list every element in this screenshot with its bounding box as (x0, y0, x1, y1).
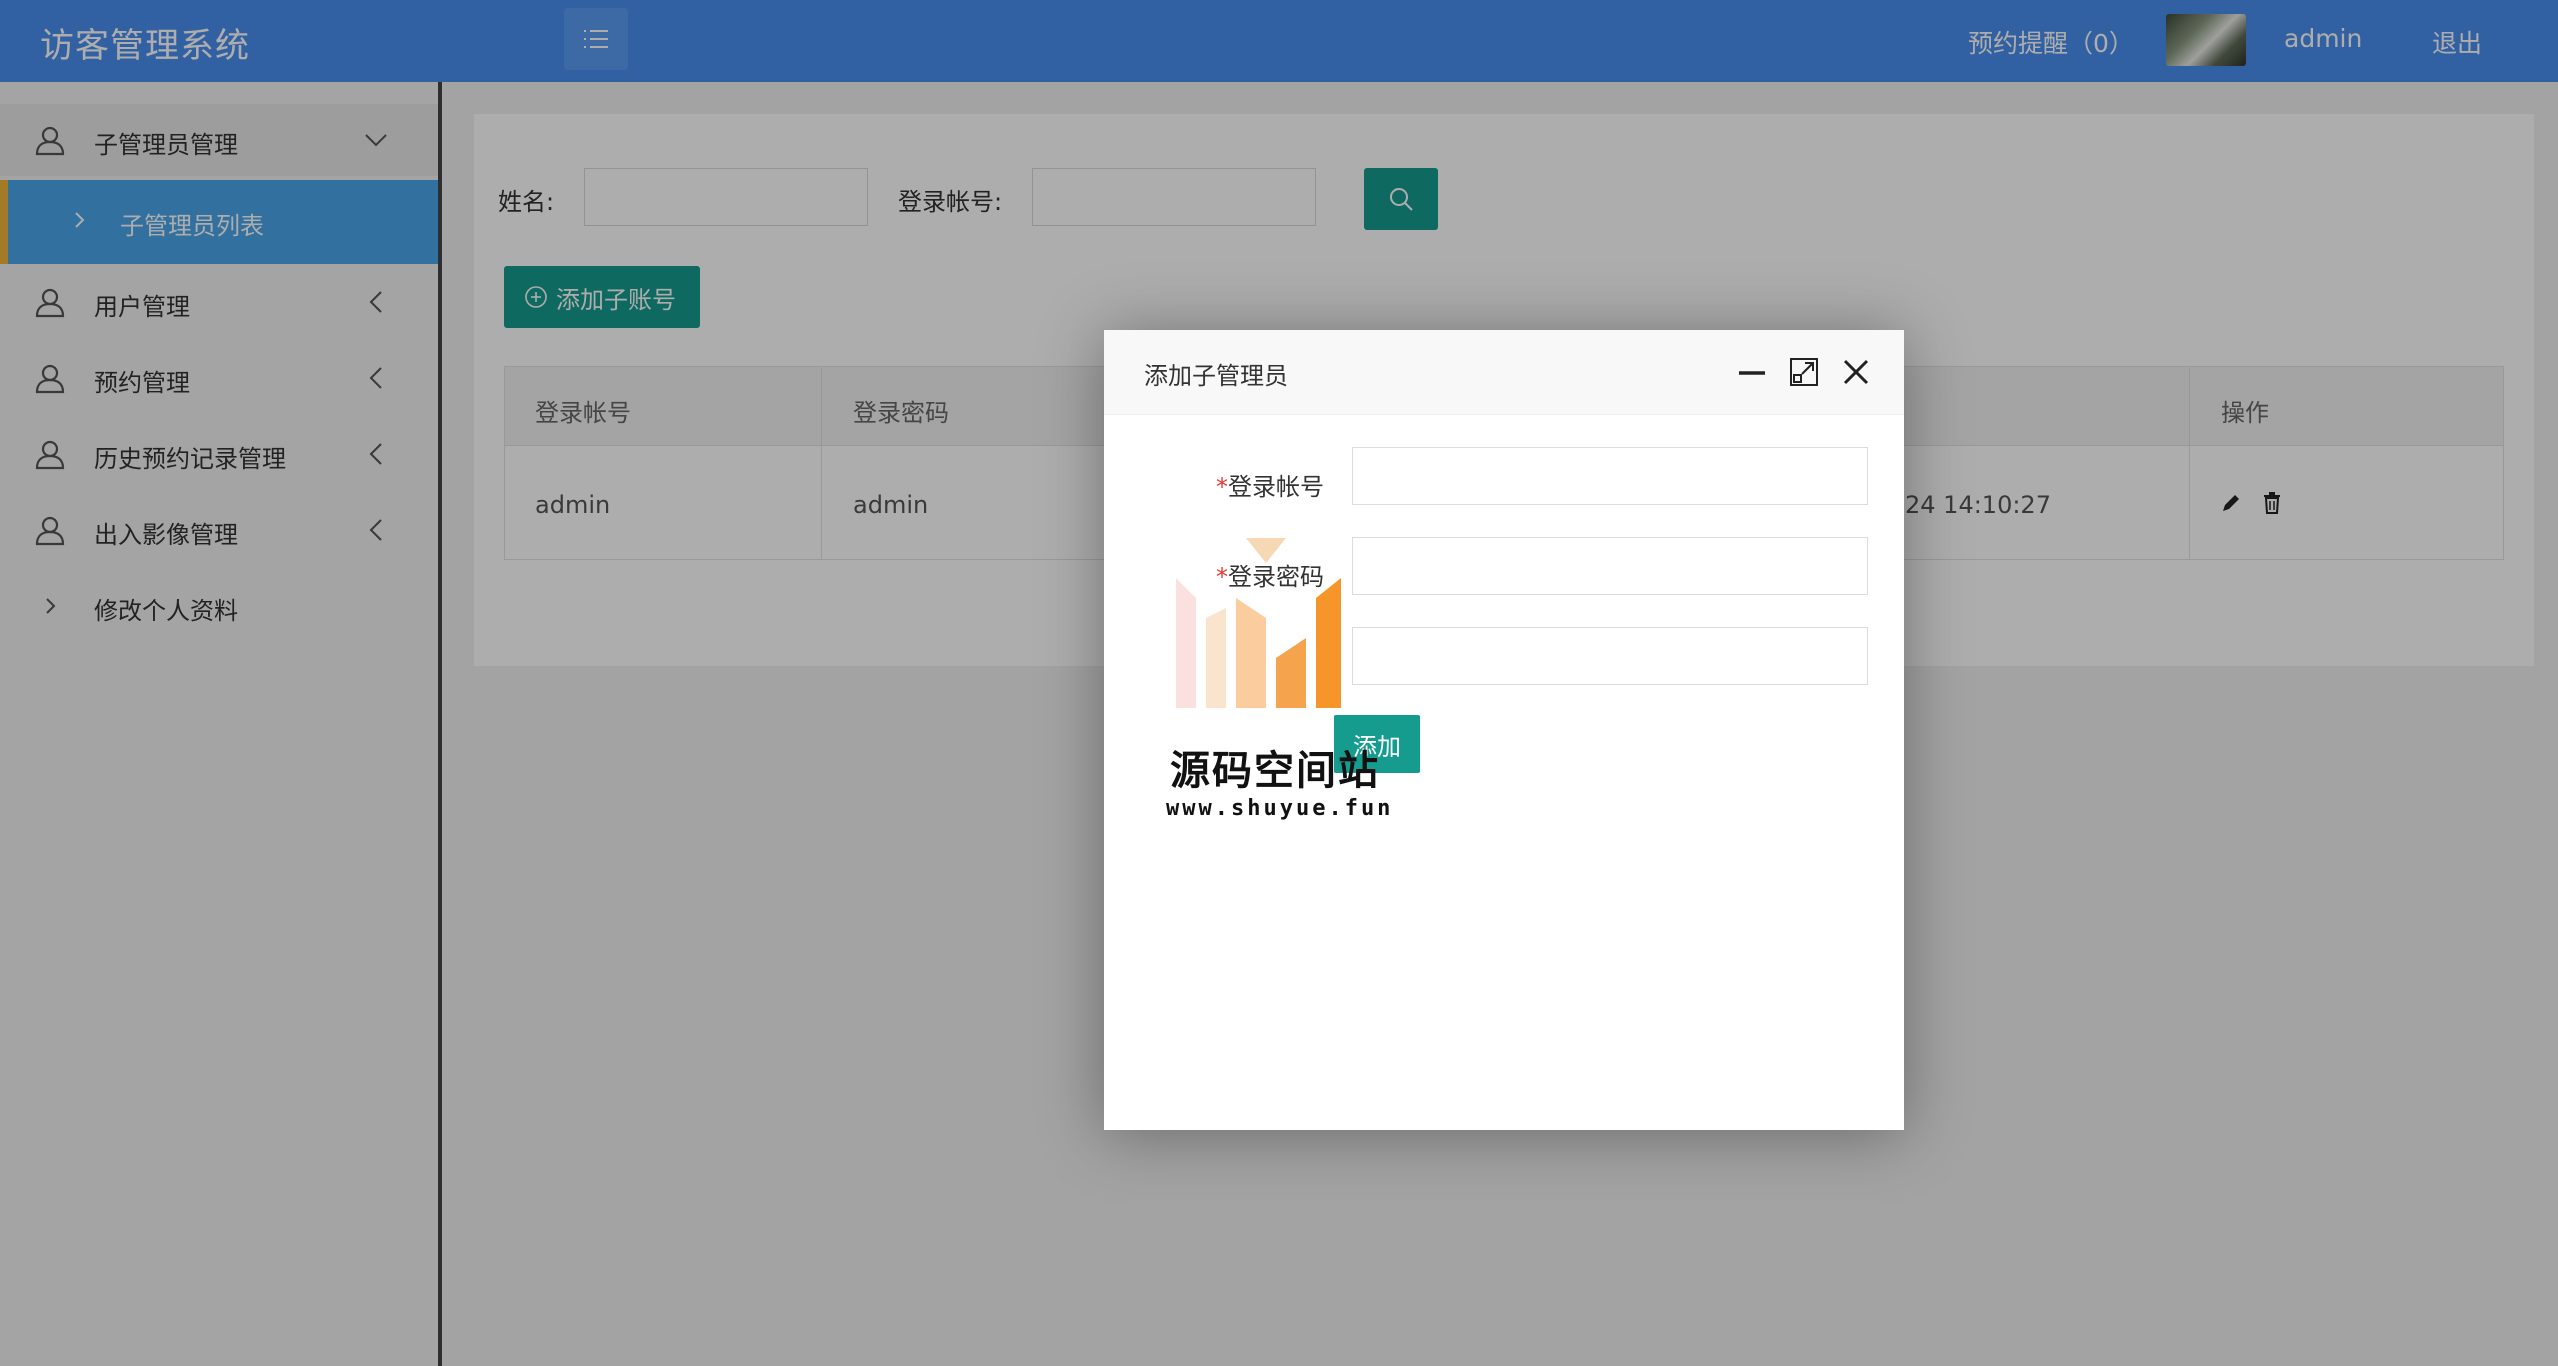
dialog-title: 添加子管理员 (1144, 362, 1288, 390)
field-label-password: *登录密码 (1216, 563, 1324, 591)
third-field[interactable] (1352, 627, 1868, 685)
watermark-title: 源码空间站 (1170, 748, 1380, 794)
field-label-account: *登录帐号 (1216, 473, 1324, 501)
minimize-icon[interactable] (1736, 356, 1768, 388)
watermark-url: www.shuyue.fun (1166, 796, 1394, 821)
dialog-header: 添加子管理员 (1104, 330, 1904, 415)
add-sub-admin-dialog: 添加子管理员 *登录帐号 *登录密码 添加 (1104, 330, 1904, 1130)
password-field[interactable] (1352, 537, 1868, 595)
close-icon[interactable] (1840, 356, 1872, 388)
account-field[interactable] (1352, 447, 1868, 505)
maximize-icon[interactable] (1788, 356, 1820, 388)
